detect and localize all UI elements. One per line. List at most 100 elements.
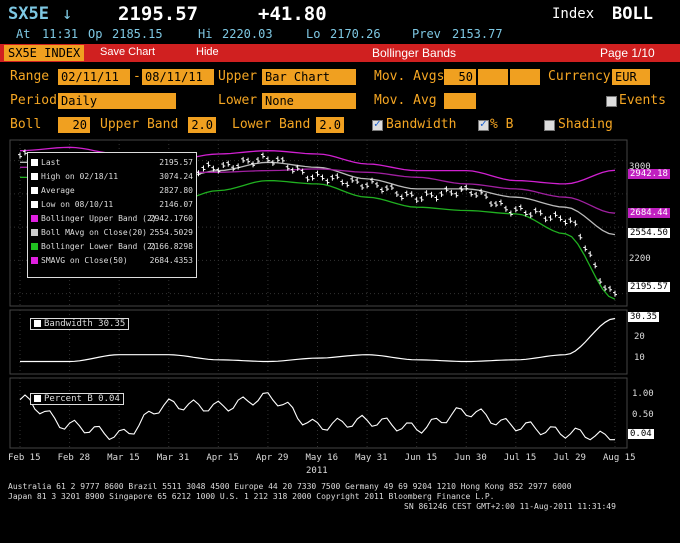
last-price: 2195.57 [118, 3, 199, 25]
legend-label: High on 02/18/11 [41, 172, 119, 181]
x-tick-label: Apr 15 [206, 453, 239, 463]
events-label: Events [619, 93, 666, 108]
function-code: BOLL [612, 4, 653, 24]
bandwidth-label-box: Bandwidth 30.35 [30, 318, 130, 330]
x-tick-label: Mar 31 [156, 453, 190, 463]
range-separator: - [133, 69, 141, 84]
mavg-tag: 2554.50 [628, 228, 670, 238]
quote-stats: At 11:31 Op 2185.15 Hi 2220.03 Lo 2170.2… [0, 27, 680, 43]
x-axis-year: 2011 [306, 466, 328, 476]
legend-value: 2146.07 [159, 200, 193, 209]
quote-header: SX5E ↓ 2195.57 +41.80 Index BOLL [0, 2, 680, 26]
x-tick-label: Jul 29 [553, 453, 586, 463]
open-label: Op [88, 27, 103, 41]
lower-band-label: Lower Band [232, 117, 311, 132]
legend-item: Low on 08/10/11 2146.07 [31, 199, 193, 210]
pctb-label-box: Percent B 0.04 [30, 393, 124, 405]
legend-item: Bollinger Lower Band (2) 2166.8298 [31, 241, 193, 252]
open-value: 2185.15 [112, 27, 163, 41]
bw-tick-10: 10 [634, 353, 645, 363]
ticker: SX5E [8, 4, 49, 24]
legend-item: Average 2827.80 [31, 185, 193, 196]
legend-label: SMAVG on Close(50) [41, 256, 128, 265]
currency-select[interactable]: EUR [612, 69, 650, 85]
settings-row-1: Range 02/11/11 - 08/11/11 Upper Bar Char… [0, 68, 680, 152]
legend-value: 2684.4353 [149, 256, 193, 265]
legend-swatch [31, 243, 38, 250]
down-arrow-icon: ↓ [62, 4, 73, 24]
lower-select[interactable]: None [262, 93, 356, 109]
study-title: Bollinger Bands [372, 46, 457, 60]
x-tick-label: Jul 15 [503, 453, 537, 463]
shading-label: Shading [558, 117, 613, 132]
legend-item: Last 2195.57 [31, 157, 193, 168]
x-tick-label: May 16 [305, 453, 339, 463]
legend-label: Bollinger Lower Band (2) [41, 242, 157, 251]
legend-label: Last [41, 158, 61, 167]
pctb-tick-100: 1.00 [632, 389, 654, 399]
hide-button[interactable]: Hide [196, 46, 219, 58]
page-indicator[interactable]: Page 1/10 [600, 46, 655, 60]
mov-avgs-field-2[interactable] [478, 69, 508, 85]
price-tick-4: 2200 [629, 254, 651, 264]
prev-label: Prev [412, 27, 441, 41]
legend-swatch [31, 215, 38, 222]
lower-label: Lower [218, 93, 258, 108]
legend-value: 2554.5029 [149, 228, 193, 237]
mov-avg-label: Mov. Avg [374, 93, 437, 108]
last-price-tag: 2195.57 [628, 282, 670, 292]
low-label: Lo [306, 27, 321, 41]
bandwidth-panel-label: Bandwidth 30.35 [44, 319, 126, 329]
legend-value: 3074.24 [159, 172, 193, 181]
security-type: Index [552, 6, 595, 22]
high-value: 2220.03 [222, 27, 273, 41]
bw-tick-20: 20 [634, 332, 645, 342]
x-tick-label: Feb 28 [57, 453, 91, 463]
at-label: At [16, 27, 31, 41]
save-chart-button[interactable]: Save Chart [100, 46, 155, 58]
legend-item: SMAVG on Close(50) 2684.4353 [31, 255, 193, 266]
boll-period-field[interactable]: 20 [58, 117, 90, 133]
mov-avgs-field-3[interactable] [510, 69, 540, 85]
legend-item: Boll MAvg on Close(20) 2554.5029 [31, 227, 193, 238]
chart-legend: Last 2195.57 High on 02/18/11 3074.24 Averag… [27, 152, 197, 278]
legend-swatch [31, 159, 38, 166]
legend-swatch [31, 187, 38, 194]
legend-swatch [31, 229, 38, 236]
lower-band-field[interactable]: 2.0 [316, 117, 344, 133]
pctb-tick-050: 0.50 [632, 410, 654, 420]
period-select[interactable]: Daily [58, 93, 176, 109]
legend-value: 2195.57 [159, 158, 193, 167]
mov-avgs-field-1[interactable]: 50 [444, 69, 476, 85]
events-checkbox[interactable] [606, 96, 617, 107]
at-time: 11:31 [42, 27, 79, 41]
x-tick-label: Aug 15 [603, 453, 636, 463]
range-from-field[interactable]: 02/11/11 [58, 69, 130, 85]
pctb-tag: 0.04 [628, 429, 654, 439]
bandwidth-checkbox[interactable]: ✓ [372, 117, 383, 131]
shading-checkbox[interactable] [544, 120, 555, 131]
toolbar: SX5E INDEX Save Chart Hide Bollinger Ban… [0, 44, 680, 62]
upper-select[interactable]: Bar Chart [262, 69, 356, 85]
settings-row-3: Boll 20 Upper Band 2.0 Lower Band 2.0 ✓ … [0, 116, 680, 134]
mov-avg-field[interactable] [444, 93, 476, 109]
legend-value: 2942.1760 [149, 214, 193, 223]
upper-band-tag: 2942.18 [628, 169, 670, 179]
x-tick-label: Feb 15 [8, 453, 41, 463]
period-label: Period [10, 93, 57, 108]
legend-value: 2827.80 [159, 186, 193, 195]
range-to-field[interactable]: 08/11/11 [142, 69, 214, 85]
upper-band-field[interactable]: 2.0 [188, 117, 216, 133]
x-tick-label: Apr 29 [255, 453, 289, 463]
currency-label: Currency [548, 69, 611, 84]
legend-label: Low on 08/10/11 [41, 200, 114, 209]
bandwidth-swatch [34, 320, 41, 327]
sma-tag: 2684.44 [628, 208, 670, 218]
settings-row-2: Period Daily Lower None Mov. Avg Events [0, 92, 680, 200]
legend-swatch [31, 257, 38, 264]
tab-security[interactable]: SX5E INDEX [4, 45, 85, 61]
legend-label: Average [41, 186, 75, 195]
upper-band-label: Upper Band [100, 117, 179, 132]
pctb-checkbox[interactable]: ✓ [478, 117, 489, 131]
footer-contacts-2: Japan 81 3 3201 8900 Singapore 65 6212 1… [8, 492, 495, 501]
